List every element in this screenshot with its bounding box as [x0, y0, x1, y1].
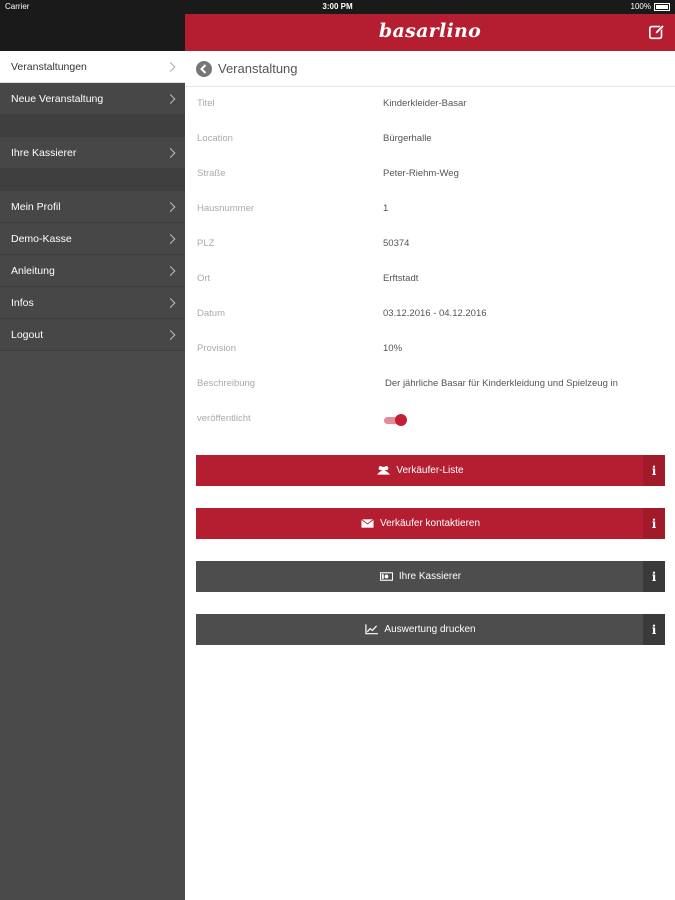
users-icon — [377, 466, 391, 475]
sidebar-item-label: Veranstaltungen — [11, 60, 87, 73]
field-label: Ort — [197, 273, 211, 284]
page-title: Veranstaltung — [218, 61, 298, 76]
sidebar: Veranstaltungen Neue Veranstaltung Ihre … — [0, 14, 185, 900]
sidebar-item-mein-profil[interactable]: Mein Profil — [0, 191, 185, 223]
edit-icon[interactable] — [648, 23, 666, 41]
button-label: Auswertung drucken — [384, 624, 476, 635]
mail-icon — [361, 518, 374, 528]
chevron-right-icon — [165, 61, 176, 72]
field-value: Erftstadt — [383, 273, 419, 284]
verkaeufer-kontaktieren-button[interactable]: Verkäufer kontaktieren i — [196, 508, 665, 539]
chevron-right-icon — [165, 265, 176, 276]
field-veroeffentlicht: veröffentlicht — [185, 401, 675, 436]
field-provision: Provision 10% — [185, 331, 675, 366]
sidebar-separator — [0, 169, 185, 191]
info-button[interactable]: i — [643, 614, 665, 645]
field-datum: Datum 03.12.2016 - 04.12.2016 — [185, 296, 675, 331]
field-label: PLZ — [197, 238, 215, 249]
sidebar-item-label: Mein Profil — [11, 200, 61, 213]
app-logo: basarlino — [378, 20, 482, 42]
main-content: Veranstaltung Titel Kinderkleider-Basar … — [185, 51, 675, 900]
field-ort: Ort Erftstadt — [185, 261, 675, 296]
sidebar-item-demo-kasse[interactable]: Demo-Kasse — [0, 223, 185, 255]
field-label: Location — [197, 133, 233, 144]
chevron-right-icon — [165, 233, 176, 244]
field-label: Titel — [197, 98, 215, 109]
toggle-knob — [395, 413, 407, 426]
field-strasse: Straße Peter-Riehm-Weg — [185, 156, 675, 191]
button-label: Verkäufer kontaktieren — [379, 518, 481, 529]
sidebar-item-infos[interactable]: Infos — [0, 287, 185, 319]
field-titel: Titel Kinderkleider-Basar — [185, 86, 675, 121]
field-value: 1 — [383, 203, 389, 214]
ihre-kassierer-button[interactable]: Ihre Kassierer i — [196, 561, 665, 592]
chevron-right-icon — [165, 147, 176, 158]
sidebar-header — [0, 14, 185, 51]
auswertung-drucken-button[interactable]: Auswertung drucken i — [196, 614, 665, 645]
sidebar-item-label: Infos — [11, 296, 34, 309]
sidebar-item-veranstaltungen[interactable]: Veranstaltungen — [0, 51, 185, 83]
field-label: Datum — [197, 308, 225, 319]
info-button[interactable]: i — [643, 455, 665, 486]
page-header: Veranstaltung — [185, 51, 675, 87]
status-bar: Carrier 3:00 PM 100% — [0, 0, 675, 14]
field-value: 10% — [383, 343, 403, 354]
field-label: veröffentlicht — [197, 413, 251, 424]
sidebar-item-neue-veranstaltung[interactable]: Neue Veranstaltung — [0, 83, 185, 115]
field-label: Beschreibung — [197, 378, 256, 389]
field-location: Location Bürgerhalle — [185, 121, 675, 156]
battery-icon — [654, 2, 670, 11]
field-beschreibung: Beschreibung Der jährliche Basar für Kin… — [185, 366, 675, 401]
chevron-right-icon — [165, 93, 176, 104]
chevron-right-icon — [165, 297, 176, 308]
info-button[interactable]: i — [643, 508, 665, 539]
field-value: Kinderkleider-Basar — [383, 98, 467, 109]
sidebar-item-label: Logout — [11, 328, 44, 341]
app-header: basarlino — [185, 14, 675, 51]
field-value: Der jährliche Basar für Kinderkleidung u… — [385, 378, 618, 389]
sidebar-item-label: Demo-Kasse — [11, 232, 72, 245]
field-value: 03.12.2016 - 04.12.2016 — [383, 308, 487, 319]
button-label: Ihre Kassierer — [398, 571, 462, 582]
field-plz: PLZ 50374 — [185, 226, 675, 261]
field-label: Hausnummer — [197, 203, 255, 214]
field-value: 50374 — [383, 238, 410, 249]
status-time: 3:00 PM — [322, 2, 353, 11]
field-label: Straße — [197, 168, 226, 179]
sidebar-item-logout[interactable]: Logout — [0, 319, 185, 351]
field-hausnummer: Hausnummer 1 — [185, 191, 675, 226]
sidebar-item-label: Neue Veranstaltung — [11, 92, 104, 105]
chevron-right-icon — [165, 329, 176, 340]
chevron-right-icon — [165, 201, 176, 212]
verkaeufer-liste-button[interactable]: Verkäufer-Liste i — [196, 455, 665, 486]
sidebar-item-label: Ihre Kassierer — [11, 146, 77, 159]
battery-indicator: 100% — [631, 2, 670, 11]
sidebar-item-label: Anleitung — [11, 264, 55, 277]
published-toggle[interactable] — [384, 413, 408, 426]
chart-icon — [365, 624, 379, 635]
cash-icon — [379, 572, 393, 581]
field-label: Provision — [197, 343, 237, 354]
button-label: Verkäufer-Liste — [396, 465, 464, 476]
back-arrow-icon[interactable] — [196, 60, 212, 77]
field-value: Peter-Riehm-Weg — [383, 168, 459, 179]
sidebar-item-anleitung[interactable]: Anleitung — [0, 255, 185, 287]
field-value: Bürgerhalle — [383, 133, 432, 144]
info-button[interactable]: i — [643, 561, 665, 592]
battery-percent: 100% — [630, 2, 651, 11]
sidebar-separator — [0, 115, 185, 137]
sidebar-item-ihre-kassierer[interactable]: Ihre Kassierer — [0, 137, 185, 169]
